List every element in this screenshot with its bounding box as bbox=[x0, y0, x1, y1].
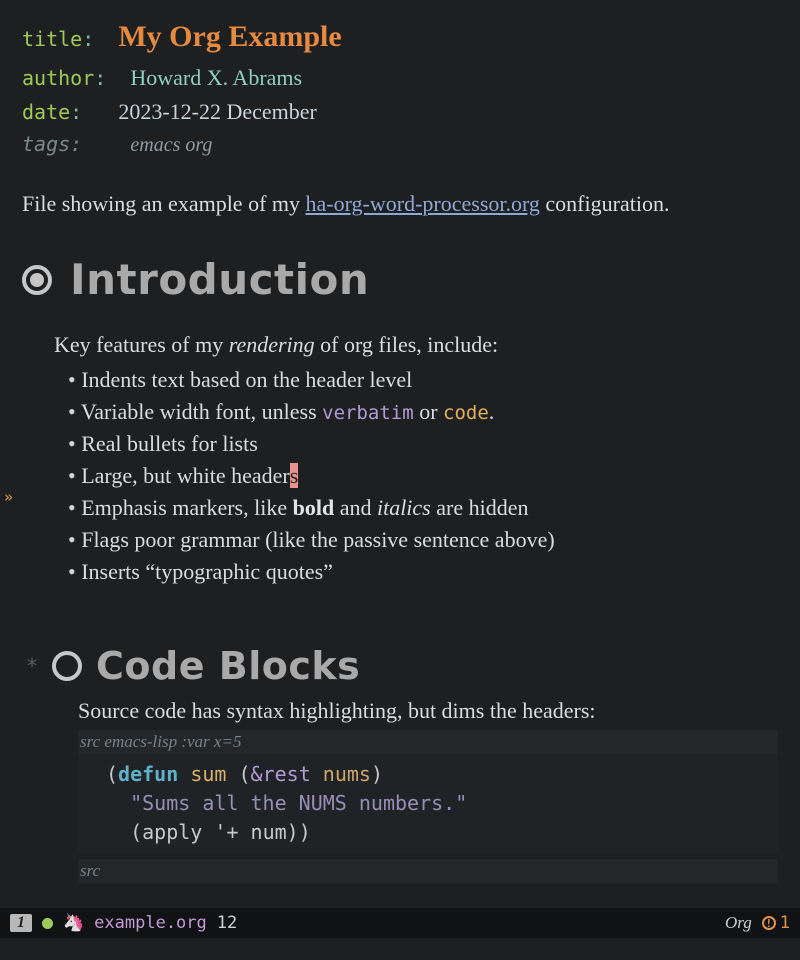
meta-key-title: title bbox=[22, 27, 82, 51]
flycheck-warning[interactable]: ! 1 bbox=[762, 913, 790, 933]
document-date: 2023-12-22 December bbox=[118, 99, 317, 124]
meta-key-author: author bbox=[22, 66, 94, 90]
heading-text: Code Blocks bbox=[96, 644, 360, 688]
src-block-header: src emacs-lisp :var x=5 bbox=[78, 730, 778, 754]
buffer-filename[interactable]: example.org bbox=[94, 913, 207, 933]
mode-line[interactable]: 1 🦄 example.org 12 Org ! 1 bbox=[0, 908, 800, 938]
src-block-footer: src bbox=[78, 859, 778, 883]
list-item: Inserts “typographic quotes” bbox=[68, 556, 778, 588]
mode-icon: 🦄 bbox=[63, 913, 84, 933]
window-number: 1 bbox=[10, 914, 32, 932]
heading-code-blocks[interactable]: * Code Blocks bbox=[26, 644, 778, 688]
text-cursor: s bbox=[290, 463, 299, 488]
src-block-body[interactable]: (defun sum (&rest nums) "Sums all the NU… bbox=[78, 754, 778, 853]
list-item: Indents text based on the header level bbox=[68, 364, 778, 396]
features-lead: Key features of my rendering of org file… bbox=[54, 332, 778, 358]
list-item: Emphasis markers, like bold and italics … bbox=[68, 492, 778, 524]
line-number: 12 bbox=[217, 913, 237, 933]
heading-bullet-icon bbox=[22, 265, 52, 295]
editor-buffer[interactable]: title: My Org Example author: Howard X. … bbox=[0, 0, 800, 910]
intro-paragraph: File showing an example of my ha-org-wor… bbox=[22, 189, 778, 220]
meta-tags-line: tags: emacs org bbox=[22, 129, 778, 161]
meta-date-line: date: 2023-12-22 December bbox=[22, 95, 778, 129]
feature-list: Indents text based on the header level V… bbox=[68, 364, 778, 587]
modified-indicator-icon bbox=[42, 918, 53, 929]
list-item: Real bullets for lists bbox=[68, 428, 778, 460]
heading-star-icon: * bbox=[26, 654, 38, 678]
document-author: Howard X. Abrams bbox=[130, 65, 302, 90]
list-item: Large, but white headers bbox=[68, 460, 778, 492]
meta-key-tags: tags: bbox=[22, 132, 82, 156]
introduction-body: Key features of my rendering of org file… bbox=[54, 332, 778, 587]
list-item: Variable width font, unless verbatim or … bbox=[68, 396, 778, 428]
document-tags: emacs org bbox=[130, 134, 212, 156]
minibuffer[interactable] bbox=[0, 938, 800, 960]
heading-introduction[interactable]: Introduction bbox=[22, 255, 778, 304]
heading-bullet-icon bbox=[52, 651, 82, 681]
meta-author-line: author: Howard X. Abrams bbox=[22, 61, 778, 95]
warning-count: 1 bbox=[780, 913, 790, 933]
heading-text: Introduction bbox=[70, 255, 369, 304]
code-blocks-body: Source code has syntax highlighting, but… bbox=[78, 698, 778, 883]
list-item: Flags poor grammar (like the passive sen… bbox=[68, 524, 778, 556]
config-link[interactable]: ha-org-word-processor.org bbox=[306, 191, 540, 216]
warning-icon: ! bbox=[762, 916, 776, 930]
code-lead: Source code has syntax highlighting, but… bbox=[78, 698, 778, 724]
fringe-indicator-icon: » bbox=[4, 488, 13, 506]
major-mode[interactable]: Org bbox=[725, 913, 752, 933]
document-title: My Org Example bbox=[118, 20, 341, 53]
meta-title-line: title: My Org Example bbox=[22, 14, 778, 61]
meta-key-date: date bbox=[22, 100, 70, 124]
